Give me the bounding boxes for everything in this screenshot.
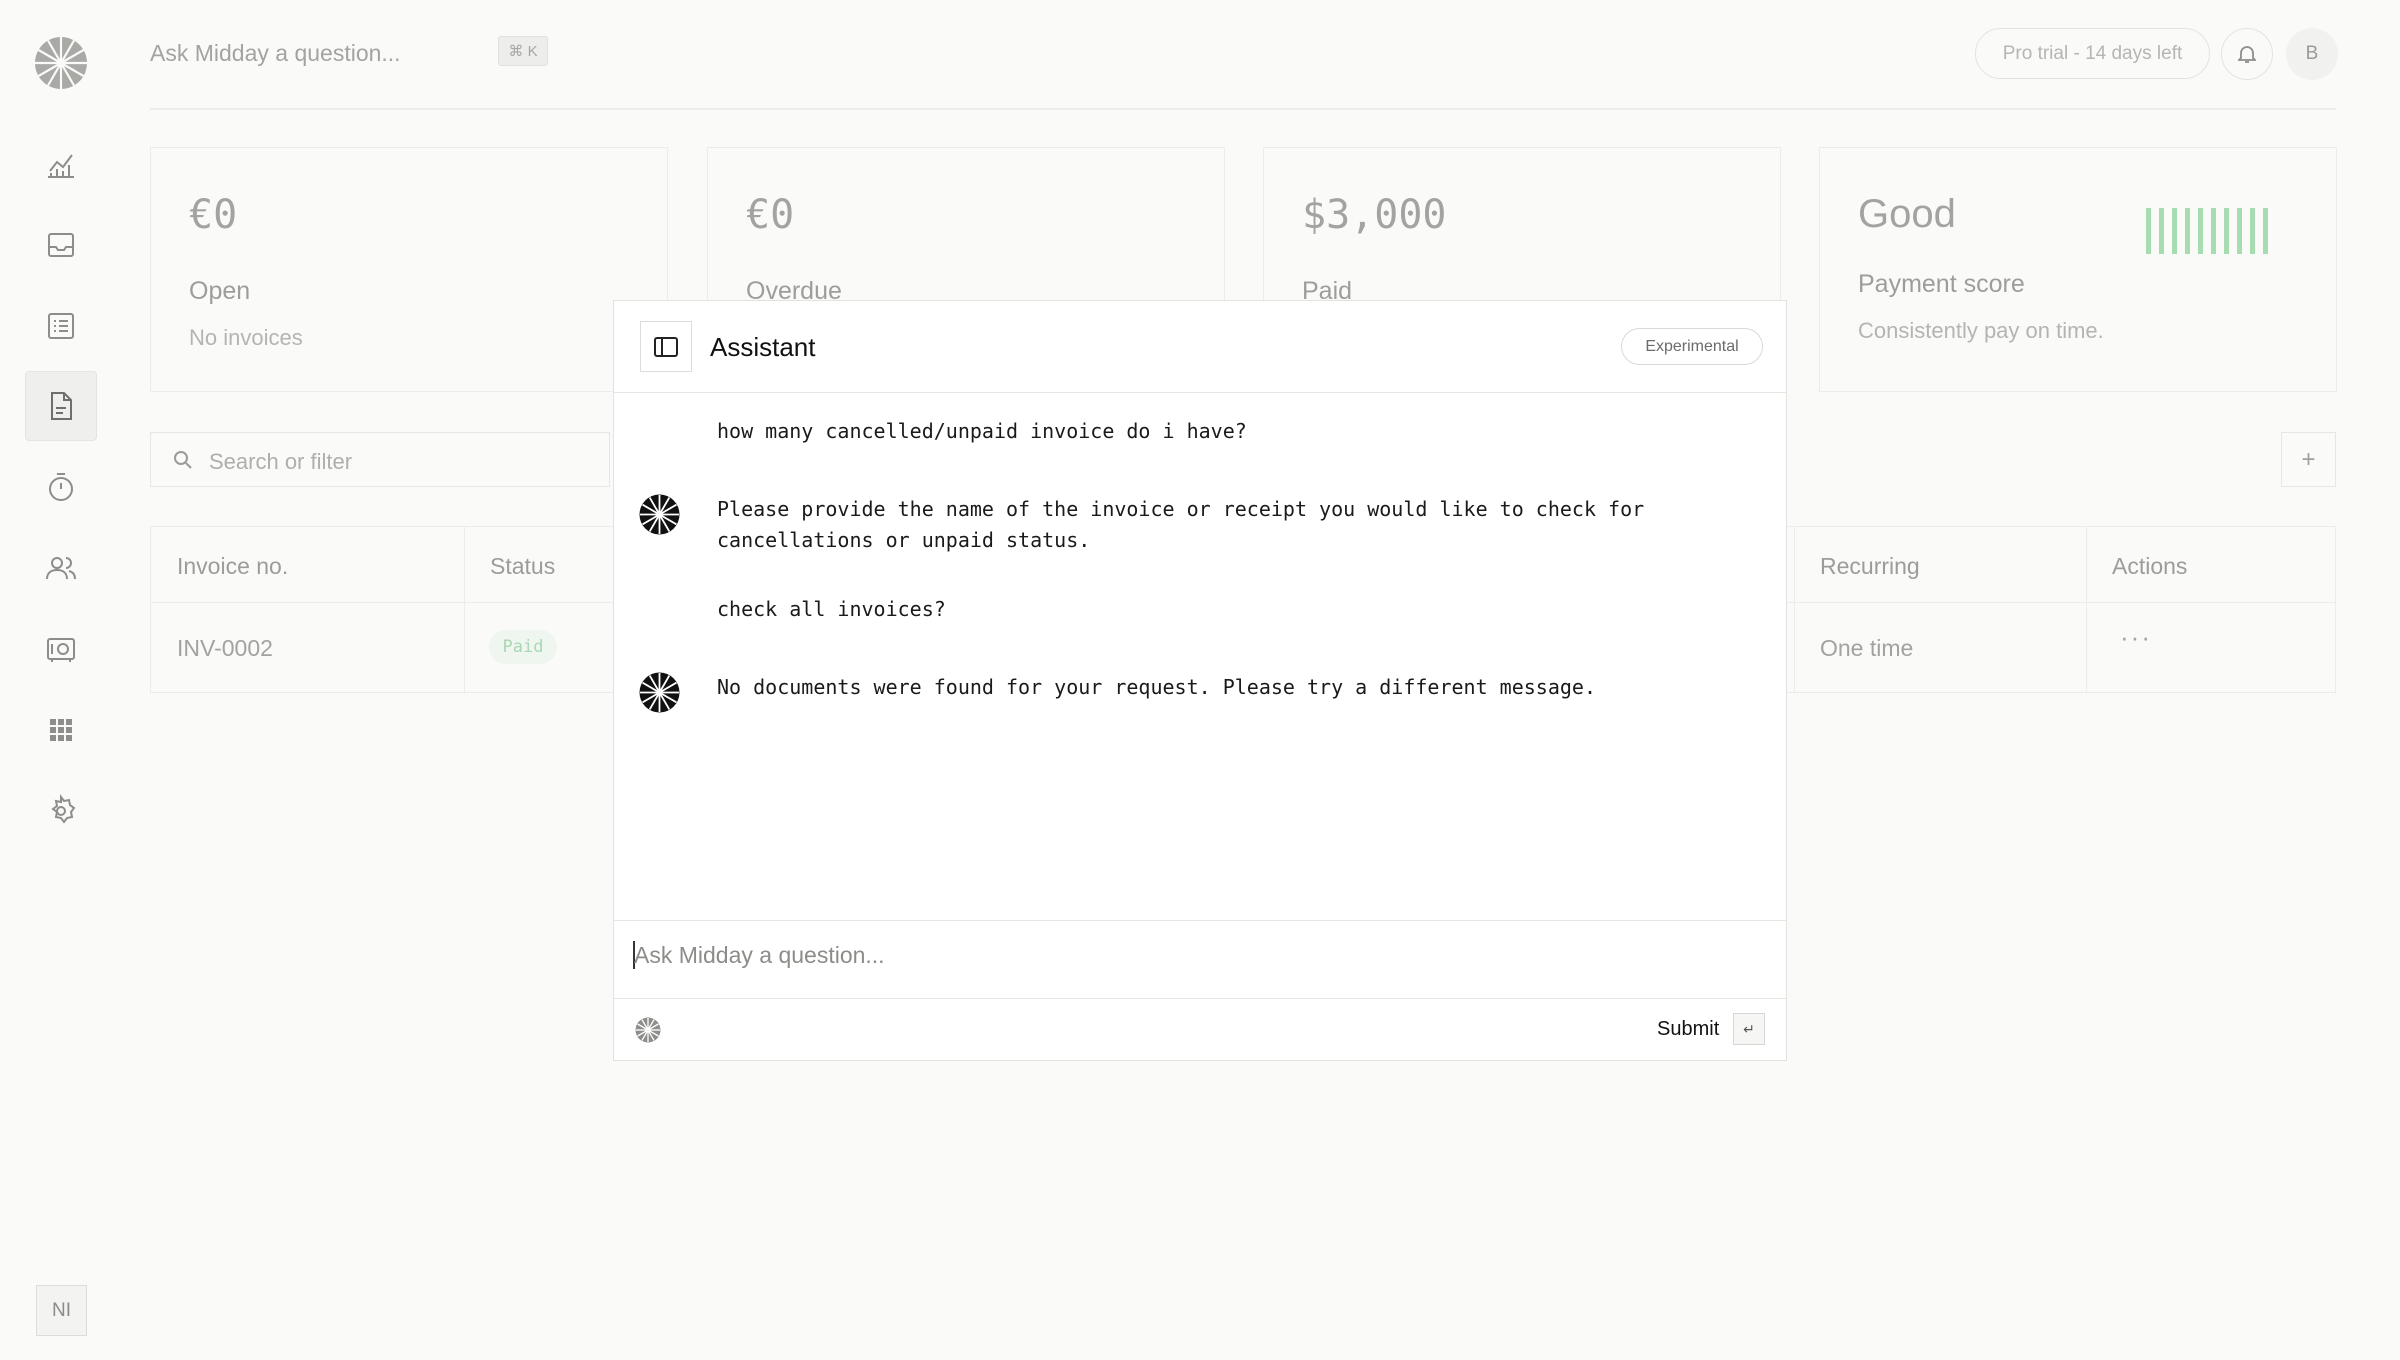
header-search-input[interactable]: Ask Midday a question... <box>150 40 401 67</box>
sidebar: NI <box>0 0 122 1360</box>
sidebar-item-invoices[interactable] <box>25 371 97 441</box>
command-shortcut-hint: ⌘ K <box>498 36 548 66</box>
summary-card-payment-score[interactable]: Good Payment score Consistently pay on t… <box>1819 147 2337 392</box>
inbox-icon <box>48 233 74 257</box>
timer-icon <box>49 473 73 501</box>
column-header-actions: Actions <box>2112 553 2188 579</box>
search-icon <box>174 451 192 469</box>
payment-score-title: Good <box>1858 192 1956 236</box>
row-actions-button[interactable]: ··· <box>2120 622 2152 653</box>
notifications-button[interactable] <box>2221 28 2273 80</box>
user-message: check all invoices? <box>717 597 946 621</box>
assistant-title: Assistant <box>710 332 816 362</box>
midday-logo-small-icon <box>635 1017 661 1043</box>
overdue-amount: €0 <box>746 192 795 238</box>
payment-score-bars <box>2146 208 2268 254</box>
sidebar-panel-icon <box>654 336 678 357</box>
user-avatar[interactable]: B <box>2286 28 2338 80</box>
assistant-dialog: Assistant Experimental how many cancelle… <box>613 300 1787 1061</box>
column-header-recurring[interactable]: Recurring <box>1820 553 1920 580</box>
sidebar-item-vault[interactable] <box>25 614 97 684</box>
grid-icon <box>50 719 72 741</box>
user-message: how many cancelled/unpaid invoice do i h… <box>717 419 1247 443</box>
paid-amount: $3,000 <box>1302 192 1447 238</box>
vault-icon <box>47 638 75 662</box>
enter-key-hint[interactable]: ↵ <box>1733 1013 1765 1045</box>
summary-card-open[interactable]: €0 Open No invoices <box>150 147 668 392</box>
users-icon <box>46 557 76 580</box>
payment-score-label: Payment score <box>1858 270 2025 298</box>
document-icon <box>51 392 72 420</box>
assistant-avatar-icon <box>639 672 680 713</box>
gear-icon <box>51 794 76 824</box>
toggle-sidebar-button[interactable] <box>640 321 692 372</box>
add-invoice-button[interactable]: + <box>2281 432 2336 487</box>
chart-icon <box>48 154 74 178</box>
submit-button[interactable]: Submit <box>1657 1018 1719 1041</box>
open-amount: €0 <box>189 192 238 238</box>
sidebar-item-apps[interactable] <box>25 695 97 765</box>
assistant-avatar-icon <box>639 494 680 535</box>
user-initials-badge[interactable]: NI <box>36 1285 87 1336</box>
assistant-question-input[interactable]: Ask Midday a question... <box>634 942 885 969</box>
sidebar-item-overview[interactable] <box>25 129 97 199</box>
column-header-status[interactable]: Status <box>490 553 555 580</box>
assistant-message: No documents were found for your request… <box>717 675 1596 699</box>
list-icon <box>48 313 74 339</box>
trial-status-pill[interactable]: Pro trial - 14 days left <box>1975 28 2210 79</box>
header-divider <box>150 108 2336 110</box>
status-badge: Paid <box>489 630 557 664</box>
midday-logo[interactable] <box>34 36 88 90</box>
assistant-message: Please provide the name of the invoice o… <box>717 497 1645 552</box>
column-header-invoice-no[interactable]: Invoice no. <box>177 553 288 580</box>
bell-icon <box>2238 46 2256 63</box>
payment-score-subtext: Consistently pay on time. <box>1858 318 2104 343</box>
assistant-header: Assistant Experimental <box>614 301 1786 393</box>
open-subtext: No invoices <box>189 325 303 350</box>
sidebar-item-transactions[interactable] <box>25 291 97 361</box>
recurring-cell: One time <box>1820 635 1914 661</box>
invoice-number-cell[interactable]: INV-0002 <box>177 635 273 662</box>
sidebar-item-inbox[interactable] <box>25 210 97 280</box>
open-label: Open <box>189 277 251 305</box>
sidebar-item-customers[interactable] <box>25 533 97 603</box>
sidebar-item-settings[interactable] <box>25 776 97 846</box>
search-filter-input[interactable]: Search or filter <box>150 432 610 487</box>
experimental-badge: Experimental <box>1621 328 1763 365</box>
search-filter-placeholder: Search or filter <box>209 449 353 474</box>
sidebar-item-tracker[interactable] <box>25 452 97 522</box>
